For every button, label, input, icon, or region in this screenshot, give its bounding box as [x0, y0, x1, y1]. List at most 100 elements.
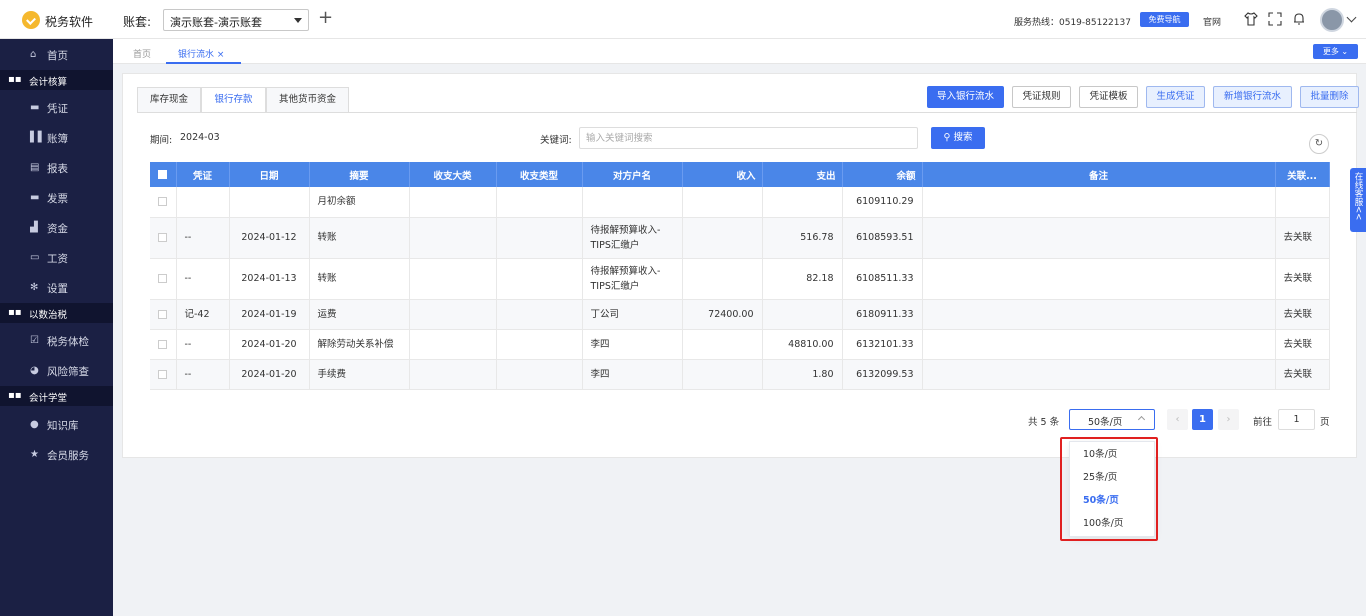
row-checkbox[interactable] — [150, 258, 177, 300]
fullscreen-icon[interactable] — [1268, 12, 1282, 26]
cell-income: 72400.00 — [682, 299, 763, 330]
row-checkbox[interactable] — [150, 329, 177, 360]
col-summary[interactable]: 摘要 — [309, 162, 410, 187]
col-counterparty[interactable]: 对方户名 — [582, 162, 683, 187]
row-checkbox[interactable] — [150, 187, 177, 218]
subtab-bank-deposit[interactable]: 银行存款 — [201, 87, 266, 113]
table-row[interactable]: 记-42 2024-01-19 运费 丁公司 72400.00 6180911.33 去关联 — [150, 299, 1330, 330]
close-icon[interactable]: × — [217, 50, 225, 60]
prev-page-button[interactable]: ‹ — [1167, 409, 1188, 430]
col-category[interactable]: 收支大类 — [409, 162, 497, 187]
cell-link[interactable]: 去关联 — [1275, 329, 1330, 360]
free-guide-button[interactable]: 免费导航 — [1140, 12, 1189, 27]
generate-voucher-button[interactable]: 生成凭证 — [1146, 86, 1205, 108]
batch-delete-button[interactable]: 批量删除 — [1300, 86, 1359, 108]
page-1-button[interactable]: 1 — [1192, 409, 1213, 430]
table-row[interactable]: -- 2024-01-20 解除劳动关系补偿 李四 48810.00 6132101.33… — [150, 329, 1330, 360]
account-select[interactable]: 演示账套-演示账套 — [163, 9, 309, 31]
row-checkbox[interactable] — [150, 299, 177, 330]
subtab-other-funds[interactable]: 其他货币资金 — [266, 87, 349, 113]
sidebar-item-knowledge[interactable]: ● 知识库 — [0, 409, 113, 439]
select-all-checkbox[interactable] — [150, 162, 177, 187]
invoice-icon: ▬ — [30, 192, 40, 203]
voucher-rules-button[interactable]: 凭证规则 — [1012, 86, 1071, 108]
sidebar-group-school[interactable]: ▪▪ 会计学堂 — [0, 386, 113, 406]
cell-link[interactable]: 去关联 — [1275, 258, 1330, 300]
tab-bank-flow[interactable]: 银行流水 × — [166, 39, 241, 64]
col-type[interactable]: 收支类型 — [496, 162, 583, 187]
import-bank-flow-button[interactable]: 导入银行流水 — [927, 86, 1004, 108]
sidebar-item-home[interactable]: ⌂ 首页 — [0, 39, 113, 69]
sidebar-item-voucher[interactable]: ▬ 凭证 — [0, 92, 113, 122]
subtab-divider — [137, 112, 1357, 113]
col-note[interactable]: 备注 — [922, 162, 1276, 187]
voucher-template-button[interactable]: 凭证模板 — [1079, 86, 1138, 108]
total-count: 共 5 条 — [1028, 417, 1060, 428]
cell-link[interactable]: 去关联 — [1275, 359, 1330, 390]
cell-date: 2024-01-12 — [229, 217, 310, 259]
page-size-select[interactable]: 50条/页 — [1069, 409, 1155, 430]
sidebar-group-tax[interactable]: ▪▪ 以数治税 — [0, 303, 113, 323]
table-row[interactable]: -- 2024-01-20 手续费 李四 1.80 6132099.53 去关联 — [150, 359, 1330, 390]
online-service-tab[interactable]: 在线客服<< — [1350, 168, 1366, 232]
tab-home[interactable]: 首页 — [133, 47, 151, 60]
keyword-search-input[interactable] — [579, 127, 918, 149]
subtab-cash[interactable]: 库存现金 — [137, 87, 201, 113]
star-icon: ★ — [30, 449, 39, 460]
risk-icon: ◕ — [30, 365, 39, 376]
add-bank-flow-button[interactable]: 新增银行流水 — [1213, 86, 1292, 108]
sidebar-item-settings[interactable]: ✻ 设置 — [0, 272, 113, 302]
row-checkbox[interactable] — [150, 359, 177, 390]
bell-icon[interactable] — [1292, 12, 1306, 26]
shirt-icon[interactable] — [1244, 12, 1258, 26]
sidebar-item-funds[interactable]: ▟ 资金 — [0, 212, 113, 242]
period-value[interactable]: 2024-03 — [180, 132, 220, 143]
pin-icon: ● — [30, 419, 39, 430]
table-row[interactable]: -- 2024-01-12 转账 待报解预算收入-TIPS汇缴户 516.78 61085… — [150, 217, 1330, 259]
cell-expense: 516.78 — [762, 217, 843, 259]
refresh-icon[interactable]: ↻ — [1309, 134, 1329, 154]
highlight-box — [1060, 437, 1158, 541]
col-link[interactable]: 关联... — [1275, 162, 1330, 187]
sidebar-group-accounting[interactable]: ▪▪ 会计核算 — [0, 70, 113, 90]
top-header: 税务软件 账套: 演示账套-演示账套 + 服务热线：0519-85122137 … — [0, 0, 1366, 39]
sidebar-item-tax-check[interactable]: ☑ 税务体检 — [0, 325, 113, 355]
sidebar-item-membership[interactable]: ★ 会员服务 — [0, 439, 113, 469]
cell-balance: 6132099.53 — [842, 359, 923, 390]
row-checkbox[interactable] — [150, 217, 177, 259]
caret-down-icon — [294, 18, 302, 23]
cell-voucher[interactable]: 记-42 — [176, 299, 230, 330]
cell-type — [496, 187, 583, 218]
search-button[interactable]: ⚲ 搜索 — [931, 127, 985, 149]
website-link[interactable]: 官网 — [1203, 15, 1221, 28]
col-balance[interactable]: 余额 — [842, 162, 923, 187]
sidebar-item-invoice[interactable]: ▬ 发票 — [0, 182, 113, 212]
sidebar-item-books[interactable]: ▌▌ 账簿 — [0, 122, 113, 152]
cell-summary: 解除劳动关系补偿 — [309, 329, 410, 360]
cell-link[interactable]: 去关联 — [1275, 299, 1330, 330]
avatar[interactable] — [1320, 8, 1344, 32]
cell-note — [922, 299, 1276, 330]
table-row[interactable]: -- 2024-01-13 转账 待报解预算收入-TIPS汇缴户 82.18 610851… — [150, 258, 1330, 300]
more-button[interactable]: 更多 ⌄ — [1313, 44, 1358, 59]
table-row[interactable]: 月初余额 6109110.29 — [150, 187, 1330, 218]
table-header-row: 凭证 日期 摘要 收支大类 收支类型 对方户名 收入 支出 余额 备注 关联..… — [150, 162, 1330, 187]
cell-balance: 6109110.29 — [842, 187, 923, 218]
add-account-icon[interactable]: + — [318, 7, 333, 28]
cell-link[interactable]: 去关联 — [1275, 217, 1330, 259]
col-expense[interactable]: 支出 — [762, 162, 843, 187]
grid-icon: ▪▪ — [8, 307, 22, 318]
next-page-button[interactable]: › — [1218, 409, 1239, 430]
col-income[interactable]: 收入 — [682, 162, 763, 187]
col-voucher[interactable]: 凭证 — [176, 162, 230, 187]
chevron-down-icon[interactable] — [1346, 12, 1357, 23]
goto-page-input[interactable]: 1 — [1278, 409, 1315, 430]
sidebar-item-reports[interactable]: ▤ 报表 — [0, 152, 113, 182]
sidebar-item-salary[interactable]: ▭ 工资 — [0, 242, 113, 272]
sidebar-item-risk[interactable]: ◕ 风险筛查 — [0, 355, 113, 385]
cell-counterparty: 李四 — [582, 329, 683, 360]
cell-category — [409, 299, 497, 330]
col-date[interactable]: 日期 — [229, 162, 310, 187]
cell-balance: 6180911.33 — [842, 299, 923, 330]
cell-link[interactable] — [1275, 187, 1330, 218]
